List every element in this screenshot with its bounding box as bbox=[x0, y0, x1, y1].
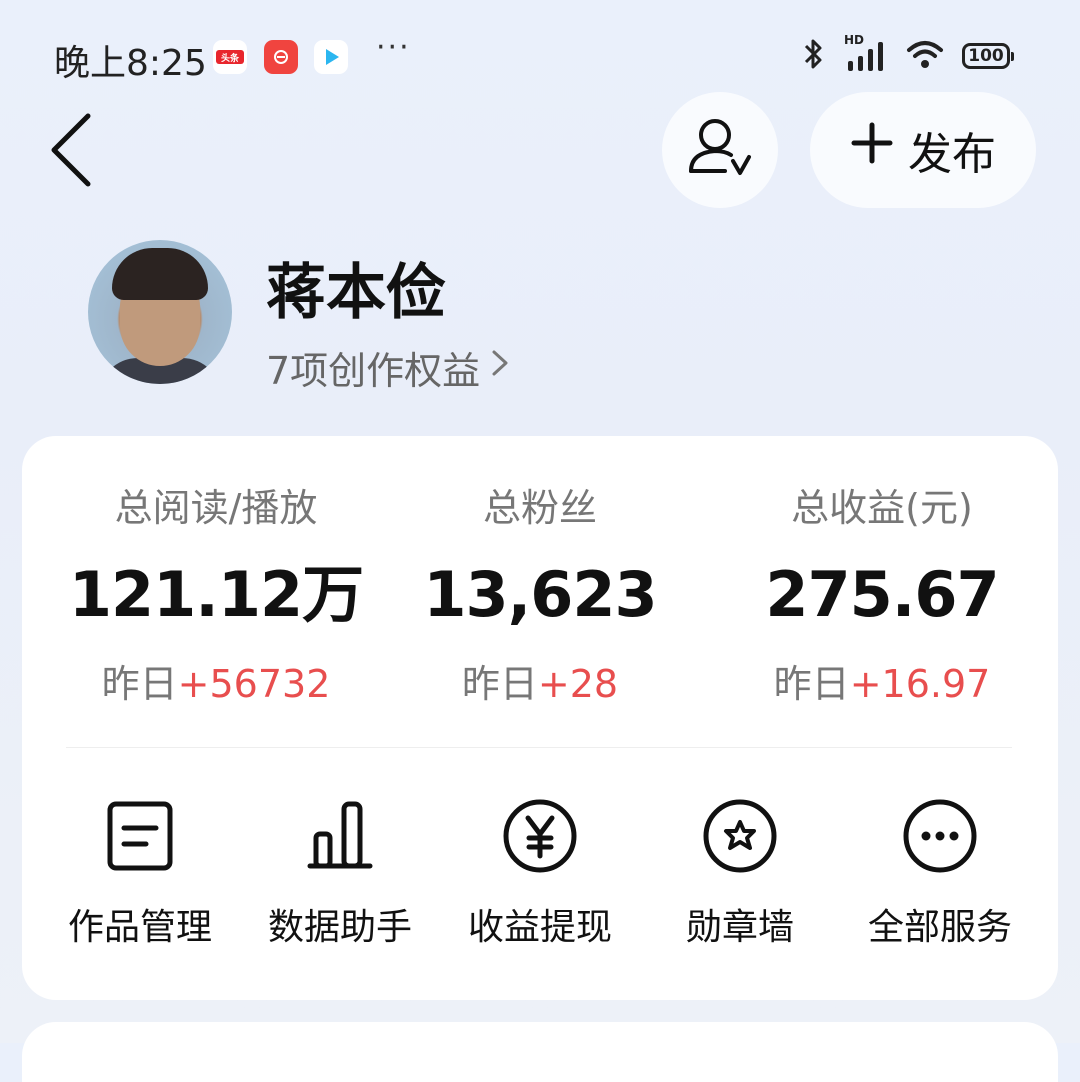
stat-value: 13,623 bbox=[423, 558, 657, 631]
bluetooth-icon bbox=[802, 37, 826, 75]
tool-data-assistant[interactable]: 数据助手 bbox=[240, 796, 440, 950]
stat-total-fans[interactable]: 总粉丝 13,623 昨日+28 bbox=[380, 478, 700, 714]
delta-value: +56732 bbox=[177, 662, 331, 706]
status-time: 晚上8:25 bbox=[54, 43, 207, 84]
back-arrow-icon bbox=[44, 113, 104, 194]
divider bbox=[66, 747, 1012, 748]
delta-prefix: 昨日 bbox=[773, 662, 850, 706]
chevron-right-icon bbox=[490, 346, 510, 389]
status-indicators: HD 100 bbox=[802, 33, 1014, 76]
stat-total-reads[interactable]: 总阅读/播放 121.12万 昨日+56732 bbox=[56, 478, 376, 714]
user-check-icon bbox=[685, 113, 755, 187]
wifi-icon bbox=[906, 39, 944, 73]
stat-delta: 昨日+56732 bbox=[56, 654, 376, 714]
back-button[interactable] bbox=[44, 110, 104, 190]
signal-icon: HD bbox=[844, 33, 888, 73]
delta-prefix: 昨日 bbox=[101, 662, 178, 706]
publish-label: 发布 bbox=[908, 129, 996, 180]
more-services-icon bbox=[903, 799, 977, 873]
follow-user-button[interactable] bbox=[662, 92, 778, 208]
medal-star-icon bbox=[703, 799, 777, 873]
delta-value: +16.97 bbox=[849, 662, 991, 706]
toutiao-icon: 头条 bbox=[213, 40, 247, 74]
tool-label: 数据助手 bbox=[267, 907, 412, 948]
delta-value: +28 bbox=[537, 662, 619, 706]
tool-works-management[interactable]: 作品管理 bbox=[40, 796, 240, 950]
avatar[interactable] bbox=[88, 240, 232, 384]
tool-label: 作品管理 bbox=[67, 907, 212, 948]
publish-button[interactable]: 发布 bbox=[810, 92, 1036, 208]
red-app-icon bbox=[264, 40, 298, 74]
tools-row: 作品管理 数据助手 收益提现 勋章墙 全部服务 bbox=[38, 796, 1042, 956]
stats-card: 总阅读/播放 121.12万 昨日+56732 总粉丝 13,623 昨日+28… bbox=[22, 436, 1058, 1000]
stat-value: 275.67 bbox=[765, 558, 999, 631]
creator-benefits-link[interactable]: 7项创作权益 bbox=[266, 340, 510, 395]
stat-total-earnings[interactable]: 总收益(元) 275.67 昨日+16.97 bbox=[722, 478, 1042, 714]
stat-label: 总粉丝 bbox=[482, 486, 597, 530]
stat-delta: 昨日+28 bbox=[380, 654, 700, 714]
bar-chart-icon bbox=[307, 801, 373, 869]
stat-delta: 昨日+16.97 bbox=[722, 654, 1042, 714]
document-icon bbox=[107, 801, 173, 871]
stat-value: 121.12万 bbox=[68, 558, 364, 631]
yuan-coin-icon bbox=[503, 799, 577, 873]
stat-label: 总阅读/播放 bbox=[114, 486, 318, 530]
profile-name: 蒋本俭 bbox=[266, 258, 446, 328]
tool-label: 勋章墙 bbox=[685, 907, 794, 948]
video-play-icon bbox=[314, 40, 348, 74]
more-notifications-icon: ··· bbox=[376, 30, 411, 65]
battery-icon: 100 bbox=[962, 43, 1014, 69]
stat-label: 总收益(元) bbox=[791, 486, 973, 530]
tool-all-services[interactable]: 全部服务 bbox=[840, 796, 1040, 950]
plus-icon bbox=[850, 119, 894, 175]
tool-label: 收益提现 bbox=[467, 907, 612, 948]
tool-earnings-withdraw[interactable]: 收益提现 bbox=[440, 796, 640, 950]
tool-label: 全部服务 bbox=[867, 907, 1012, 948]
next-card bbox=[22, 1022, 1058, 1082]
tool-medal-wall[interactable]: 勋章墙 bbox=[640, 796, 840, 950]
benefits-label: 7项创作权益 bbox=[266, 349, 481, 393]
delta-prefix: 昨日 bbox=[461, 662, 538, 706]
